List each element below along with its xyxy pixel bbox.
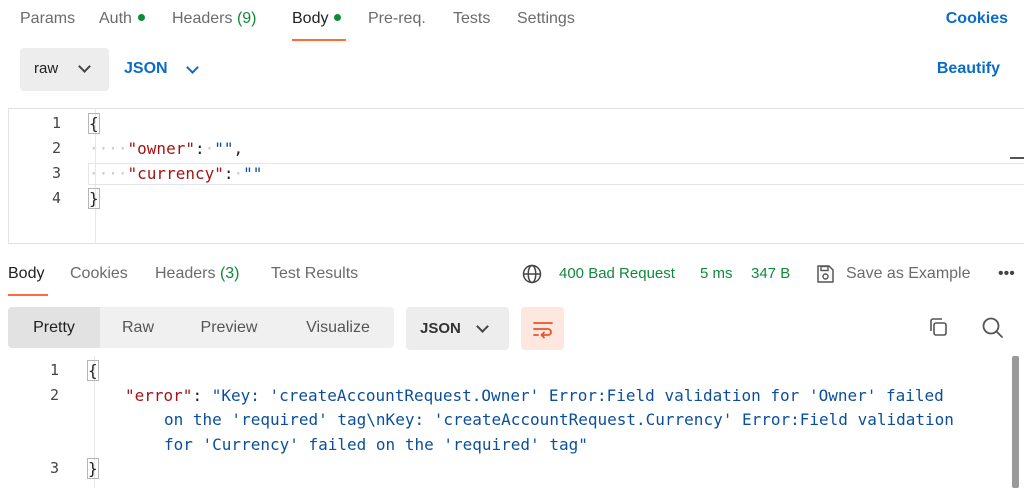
- line-number: 2: [51, 139, 61, 157]
- code-line: ····"owner":·"",: [89, 139, 244, 158]
- editor-scrollbar[interactable]: [1010, 157, 1024, 159]
- view-pretty-button[interactable]: Pretty: [8, 307, 100, 348]
- tab-headers[interactable]: Headers (9): [172, 10, 257, 28]
- view-visualize-button[interactable]: Visualize: [282, 307, 394, 348]
- close-brace: }: [87, 458, 99, 479]
- response-format-label: JSON: [420, 320, 461, 337]
- active-tab-indicator: [292, 39, 346, 41]
- tab-body-label: Body: [292, 10, 329, 27]
- request-body-editor[interactable]: 1 2 3 4 { ····"owner":·"", ····"currency…: [8, 108, 1024, 244]
- language-dropdown[interactable]: JSON: [124, 60, 199, 78]
- line-number: 2: [49, 386, 59, 404]
- chevron-down-icon: [476, 320, 489, 333]
- wrap-lines-icon: [533, 322, 553, 339]
- copy-icon[interactable]: [925, 314, 953, 342]
- globe-icon[interactable]: [522, 264, 542, 284]
- indent-whitespace: ····: [89, 164, 128, 183]
- response-view-toggle: Pretty Raw Preview Visualize: [8, 307, 394, 348]
- json-key-error: "error": [125, 386, 193, 405]
- response-tab-test-results[interactable]: Test Results: [271, 265, 358, 283]
- tab-params[interactable]: Params: [20, 10, 75, 28]
- status-code[interactable]: 400 Bad Request: [559, 265, 675, 282]
- view-preview-button[interactable]: Preview: [176, 307, 282, 348]
- tab-body[interactable]: Body: [292, 10, 342, 28]
- open-brace: {: [87, 360, 99, 381]
- cookies-link[interactable]: Cookies: [946, 10, 1008, 28]
- more-options-icon[interactable]: •••: [998, 265, 1015, 283]
- chevron-down-icon: [78, 60, 91, 73]
- json-key-currency: "currency": [127, 164, 224, 183]
- view-raw-button[interactable]: Raw: [100, 307, 176, 348]
- active-response-tab-indicator: [8, 294, 48, 296]
- line-number: 3: [51, 164, 61, 182]
- response-size[interactable]: 347 B: [751, 265, 790, 282]
- response-time[interactable]: 5 ms: [700, 265, 733, 282]
- tab-tests[interactable]: Tests: [453, 10, 490, 28]
- wrap-lines-button[interactable]: [521, 307, 564, 350]
- line-number: 1: [49, 361, 59, 379]
- response-body-viewer[interactable]: 1 2 3 { "error": "Key: 'createAccountReq…: [0, 356, 1024, 488]
- tab-prereq[interactable]: Pre-req.: [368, 10, 426, 28]
- save-as-example-button[interactable]: Save as Example: [846, 265, 971, 283]
- line-number: 1: [51, 114, 61, 132]
- code-line: {: [87, 360, 99, 381]
- close-brace: }: [88, 188, 100, 209]
- indent-whitespace: ····: [89, 139, 128, 158]
- json-value-error-line-2: on the 'required' tag\nKey: 'createAccou…: [164, 410, 954, 429]
- code-line: ····"currency":·"": [89, 164, 263, 183]
- json-key-owner: "owner": [127, 139, 195, 158]
- headers-count: (9): [236, 10, 257, 27]
- json-value-error-line-1: "Key: 'createAccountRequest.Owner' Error…: [211, 386, 944, 405]
- beautify-button[interactable]: Beautify: [937, 60, 1000, 78]
- code-line: }: [87, 458, 99, 479]
- code-line: }: [88, 188, 100, 209]
- tab-settings[interactable]: Settings: [517, 10, 575, 28]
- tab-auth[interactable]: Auth: [99, 10, 145, 28]
- chevron-down-icon: [186, 61, 199, 74]
- json-value-currency: "": [243, 164, 263, 183]
- tab-headers-label: Headers: [172, 10, 233, 27]
- line-number: 4: [51, 189, 61, 207]
- response-scrollbar[interactable]: [1012, 356, 1019, 488]
- json-value-error-line-3: for 'Currency' failed on the 'required' …: [164, 435, 588, 454]
- search-icon[interactable]: [979, 314, 1007, 342]
- body-status-dot: [334, 14, 342, 22]
- body-mode-dropdown[interactable]: raw: [20, 48, 109, 91]
- auth-status-dot: [137, 14, 145, 22]
- code-line: "error": "Key: 'createAccountRequest.Own…: [125, 386, 944, 405]
- response-format-dropdown[interactable]: JSON: [406, 307, 509, 350]
- response-headers-count: (3): [219, 265, 240, 282]
- save-icon: [817, 265, 834, 283]
- response-tab-headers[interactable]: Headers (3): [155, 265, 240, 283]
- line-number: 3: [49, 459, 59, 477]
- code-line: {: [88, 113, 100, 134]
- response-tab-headers-label: Headers: [155, 265, 216, 282]
- response-tab-body[interactable]: Body: [8, 265, 44, 283]
- json-value-owner: "": [214, 139, 234, 158]
- response-tab-cookies[interactable]: Cookies: [70, 265, 128, 283]
- tab-auth-label: Auth: [99, 10, 132, 27]
- language-label: JSON: [124, 60, 168, 77]
- open-brace: {: [88, 113, 100, 134]
- body-mode-label: raw: [34, 60, 59, 77]
- request-tabs: Params Auth Headers (9) Body Pre-req. Te…: [0, 0, 1024, 44]
